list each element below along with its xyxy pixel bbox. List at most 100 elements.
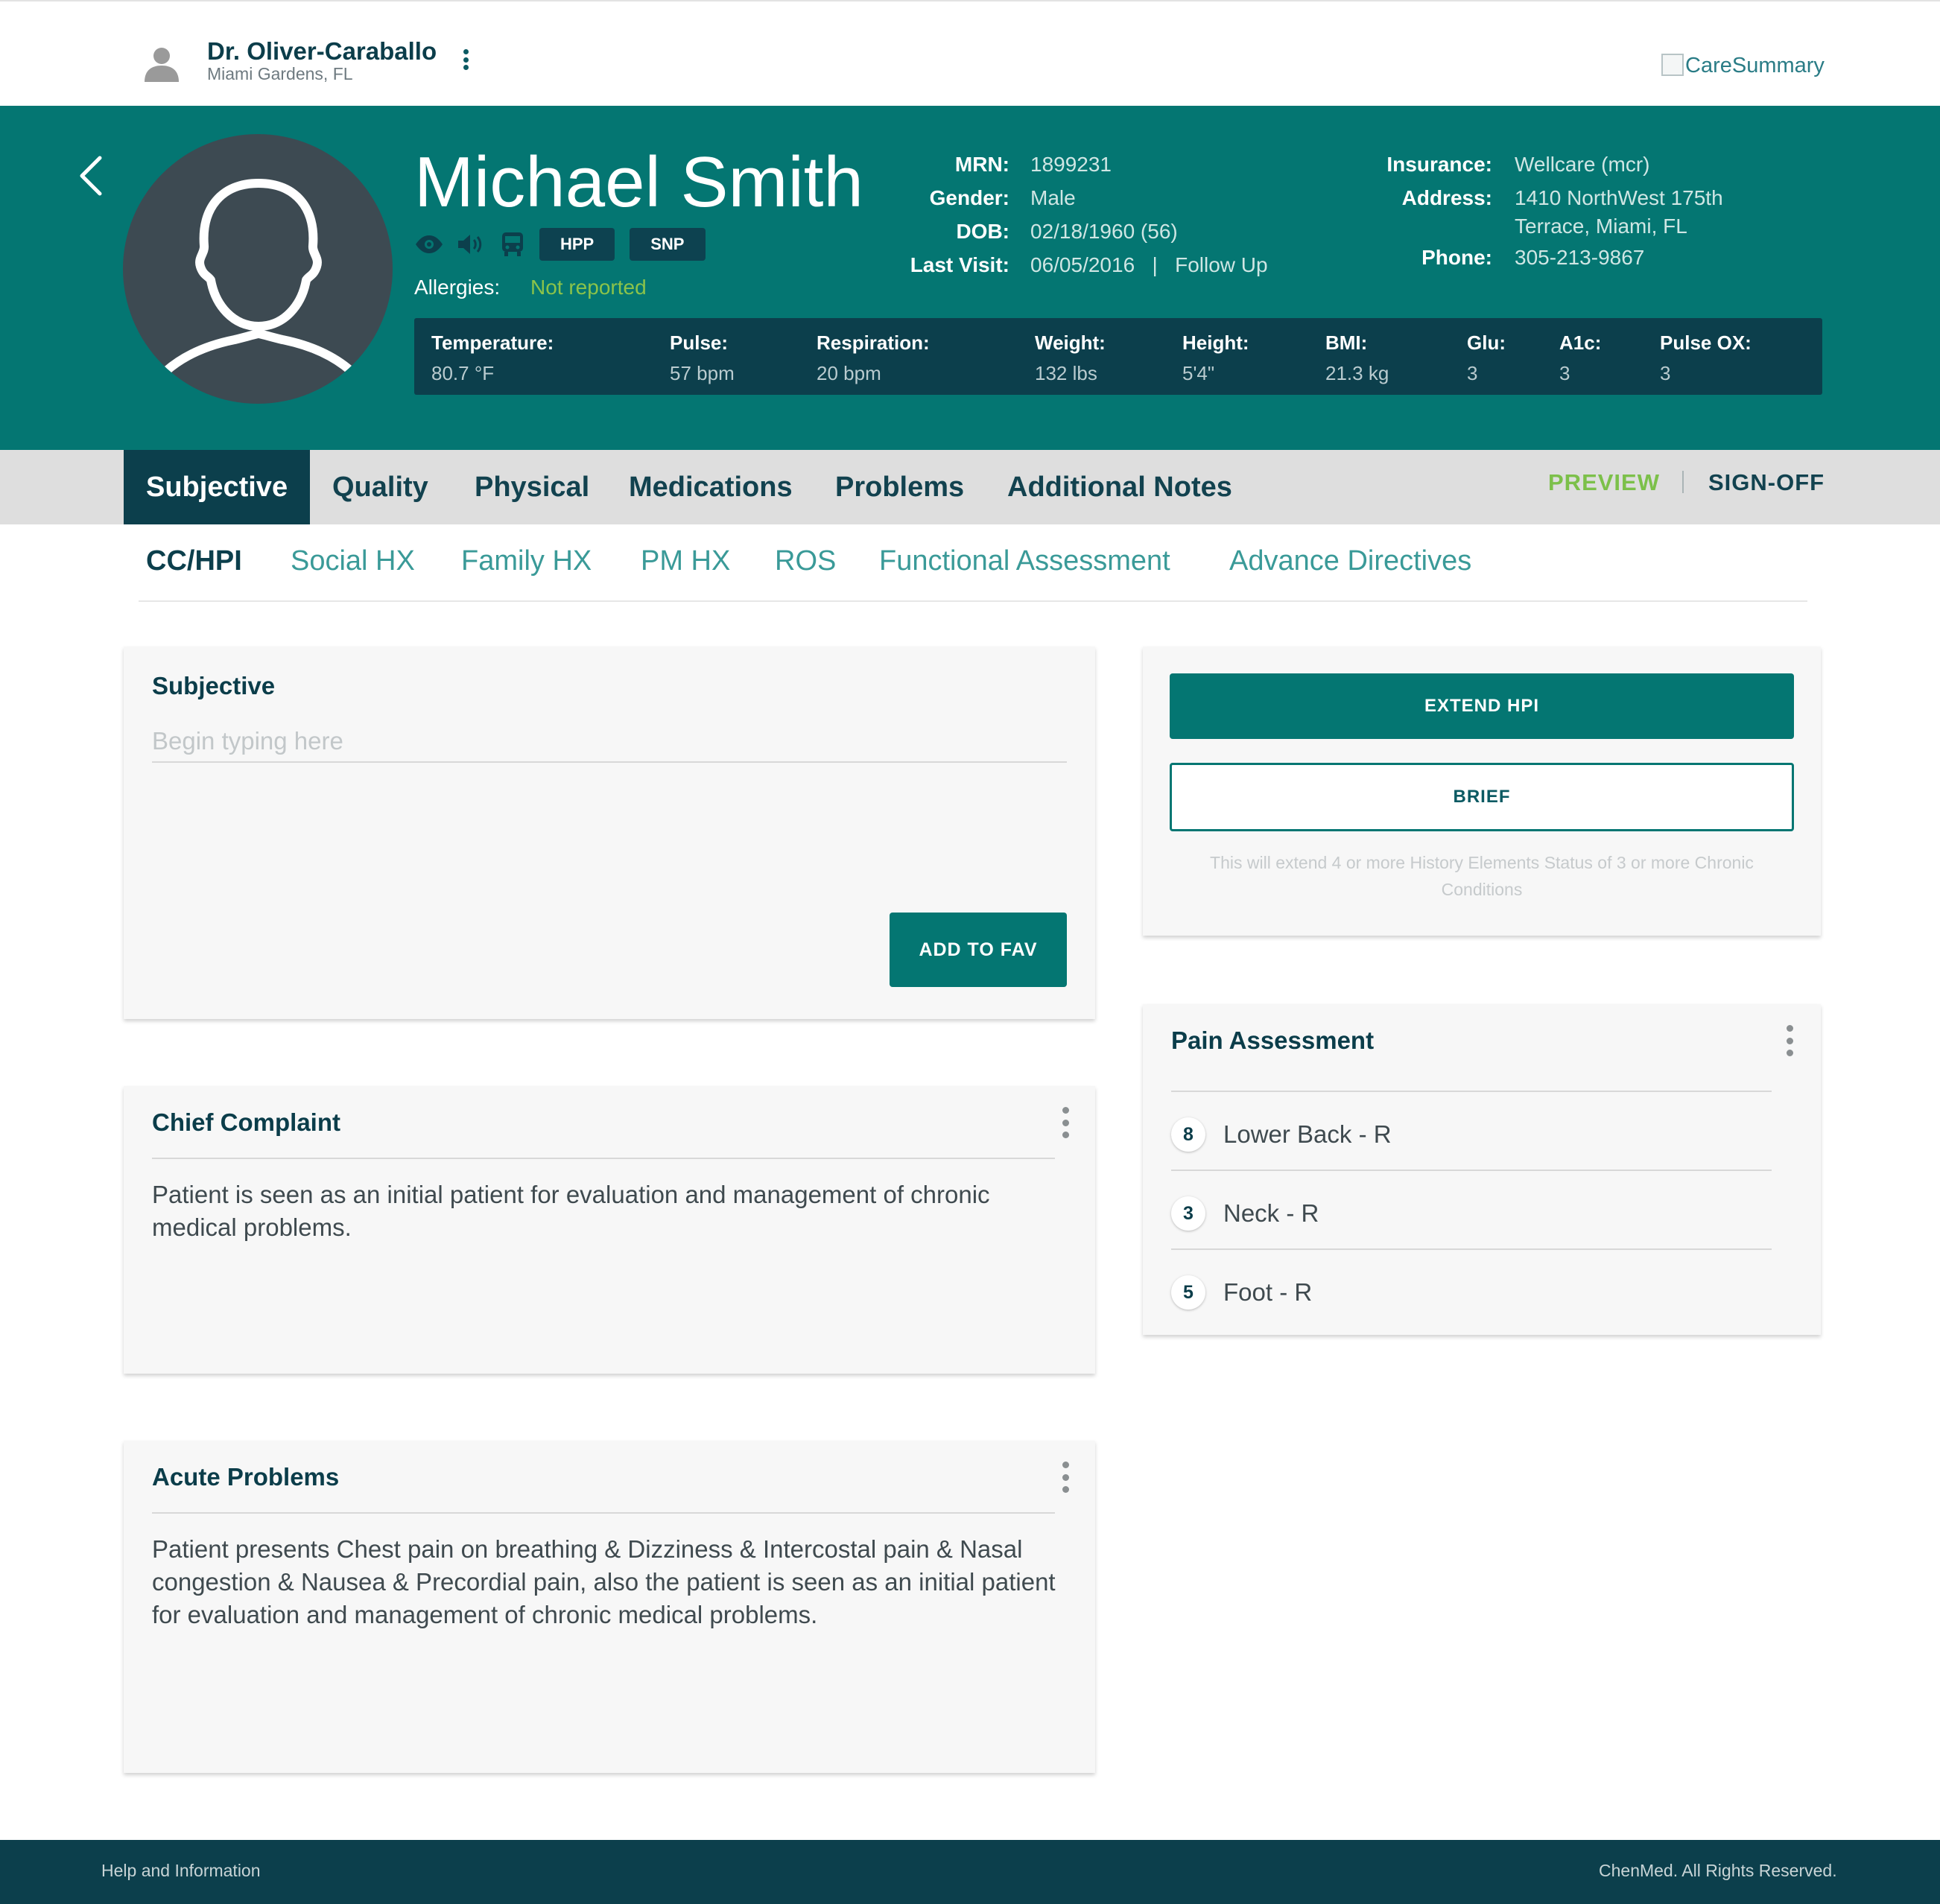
tag-hpp: HPP bbox=[539, 228, 615, 261]
address-value: 1410 NorthWest 175th Terrace, Miami, FL bbox=[1515, 181, 1723, 241]
doctor-menu-icon[interactable] bbox=[458, 46, 473, 73]
insurance-value: Wellcare (mcr) bbox=[1515, 153, 1650, 176]
tag-snp: SNP bbox=[630, 228, 706, 261]
pain-location: Foot - R bbox=[1223, 1278, 1313, 1306]
patient-avatar bbox=[123, 134, 393, 404]
vital-value: 3 bbox=[1559, 362, 1570, 384]
vital-label: Pulse OX: bbox=[1660, 331, 1752, 354]
pain-score-badge: 3 bbox=[1171, 1196, 1205, 1231]
brand-logo[interactable]: CareSummary bbox=[1661, 54, 1825, 78]
gender-value: Male bbox=[1030, 186, 1076, 209]
patient-flags: HPP SNP bbox=[414, 228, 720, 261]
tab-medications[interactable]: Medications bbox=[629, 450, 793, 524]
acute-problems-title: Acute Problems bbox=[152, 1463, 340, 1491]
subtab-pm-hx[interactable]: PM HX bbox=[641, 545, 730, 577]
tab-physical[interactable]: Physical bbox=[475, 450, 589, 524]
vital-label: Temperature: bbox=[431, 331, 554, 354]
doctor-name: Dr. Oliver-Caraballo bbox=[207, 37, 437, 65]
dob-row: DOB: 02/18/1960 (56) bbox=[894, 215, 1268, 248]
address-line1: 1410 NorthWest 175th bbox=[1515, 186, 1723, 209]
extend-hpi-button[interactable]: EXTEND HPI bbox=[1170, 673, 1794, 739]
chief-complaint-title: Chief Complaint bbox=[152, 1108, 340, 1136]
top-bar: Dr. Oliver-Caraballo Miami Gardens, FL C… bbox=[0, 0, 1940, 106]
vital-label: Height: bbox=[1182, 331, 1249, 354]
tab-subjective[interactable]: Subjective bbox=[124, 450, 311, 524]
help-link[interactable]: Help and Information bbox=[101, 1861, 261, 1881]
address-row: Address: 1410 NorthWest 175th Terrace, Mia… bbox=[1378, 181, 1723, 241]
user-icon bbox=[145, 48, 179, 82]
pain-location: Lower Back - R bbox=[1223, 1120, 1392, 1148]
phone-value: 305-213-9867 bbox=[1515, 246, 1645, 269]
tab-additional-notes[interactable]: Additional Notes bbox=[1007, 450, 1232, 524]
vital-value: 5'4" bbox=[1182, 362, 1215, 384]
pain-item[interactable]: 3 Neck - R bbox=[1171, 1170, 1772, 1248]
pain-score-badge: 8 bbox=[1171, 1117, 1205, 1152]
gender-row: Gender: Male bbox=[894, 181, 1268, 215]
vital-respiration: Respiration: 20 bpm bbox=[817, 331, 930, 385]
vital-label: Respiration: bbox=[817, 331, 930, 354]
vital-value: 57 bpm bbox=[670, 362, 735, 384]
acute-problems-menu-icon[interactable] bbox=[1059, 1462, 1071, 1493]
mrn-row: MRN: 1899231 bbox=[894, 147, 1268, 181]
mrn-value: 1899231 bbox=[1030, 153, 1112, 176]
vital-temperature: Temperature: 80.7 °F bbox=[431, 331, 554, 385]
subtab-family-hx[interactable]: Family HX bbox=[461, 545, 592, 577]
pain-item[interactable]: 5 Foot - R bbox=[1171, 1248, 1772, 1327]
bus-icon bbox=[498, 231, 527, 258]
allergies-label: Allergies: bbox=[414, 276, 501, 299]
sub-tab-divider bbox=[139, 600, 1807, 602]
person-silhouette-icon bbox=[162, 179, 355, 375]
tab-quality[interactable]: Quality bbox=[332, 450, 428, 524]
patient-info-left: MRN: 1899231 Gender: Male DOB: 02/18/1960 (… bbox=[894, 147, 1268, 282]
vital-label: Pulse: bbox=[670, 331, 729, 354]
insurance-label: Insurance: bbox=[1386, 153, 1492, 176]
vital-label: Glu: bbox=[1467, 331, 1506, 354]
subjective-card-title: Subjective bbox=[152, 672, 276, 699]
vital-label: BMI: bbox=[1325, 331, 1368, 354]
pain-assessment-title: Pain Assessment bbox=[1171, 1026, 1375, 1054]
add-to-fav-button[interactable]: ADD TO FAV bbox=[890, 913, 1067, 987]
preview-link[interactable]: PREVIEW bbox=[1548, 469, 1660, 496]
vital-height: Height: 5'4" bbox=[1182, 331, 1249, 385]
doctor-location: Miami Gardens, FL bbox=[207, 64, 353, 83]
subtab-advance-directives[interactable]: Advance Directives bbox=[1229, 545, 1471, 577]
mrn-label: MRN: bbox=[954, 153, 1009, 176]
tab-problems[interactable]: Problems bbox=[835, 450, 964, 524]
pain-location: Neck - R bbox=[1223, 1199, 1319, 1227]
vital-label: Weight: bbox=[1035, 331, 1106, 354]
address-label: Address: bbox=[1401, 186, 1492, 209]
vital-value: 132 lbs bbox=[1035, 362, 1097, 384]
vital-value: 20 bpm bbox=[817, 362, 881, 384]
subtab-functional-assessment[interactable]: Functional Assessment bbox=[879, 545, 1170, 577]
subtab-cc-hpi[interactable]: CC/HPI bbox=[146, 545, 242, 577]
tab-separator bbox=[1682, 471, 1684, 493]
pain-item[interactable]: 8 Lower Back - R bbox=[1171, 1091, 1772, 1170]
vital-pulse-ox: Pulse OX: 3 bbox=[1660, 331, 1752, 385]
vital-pulse: Pulse: 57 bpm bbox=[670, 331, 735, 385]
sign-off-link[interactable]: SIGN-OFF bbox=[1708, 469, 1825, 496]
card-divider bbox=[152, 1512, 1055, 1514]
dob-label: DOB: bbox=[956, 220, 1009, 243]
last-visit-label: Last Visit: bbox=[910, 253, 1009, 276]
allergies-value: Not reported bbox=[530, 276, 647, 299]
phone-row: Phone: 305-213-9867 bbox=[1378, 241, 1723, 274]
vital-value: 21.3 kg bbox=[1325, 362, 1389, 384]
patient-name: Michael Smith bbox=[414, 142, 863, 222]
subjective-input[interactable] bbox=[152, 721, 1067, 763]
dob-value: 02/18/1960 (56) bbox=[1030, 220, 1178, 243]
back-arrow-icon[interactable] bbox=[75, 153, 107, 198]
brand-logo-alt: CareSummary bbox=[1685, 54, 1825, 77]
chief-complaint-text: Patient is seen as an initial patient fo… bbox=[152, 1181, 990, 1241]
last-visit-value: 06/05/2016 | Follow Up bbox=[1030, 253, 1268, 276]
chief-complaint-menu-icon[interactable] bbox=[1059, 1107, 1071, 1138]
vital-value: 3 bbox=[1467, 362, 1478, 384]
subtab-ros[interactable]: ROS bbox=[775, 545, 836, 577]
brief-button[interactable]: BRIEF bbox=[1170, 763, 1794, 831]
phone-label: Phone: bbox=[1421, 246, 1492, 269]
vital-glu: Glu: 3 bbox=[1467, 331, 1506, 385]
subtab-social-hx[interactable]: Social HX bbox=[291, 545, 415, 577]
hpi-card: EXTEND HPI BRIEF This will extend 4 or m… bbox=[1143, 647, 1821, 936]
pain-assessment-menu-icon[interactable] bbox=[1784, 1025, 1795, 1056]
card-divider bbox=[152, 1158, 1055, 1159]
footer: Help and Information ChenMed. All Rights… bbox=[0, 1840, 1940, 1904]
